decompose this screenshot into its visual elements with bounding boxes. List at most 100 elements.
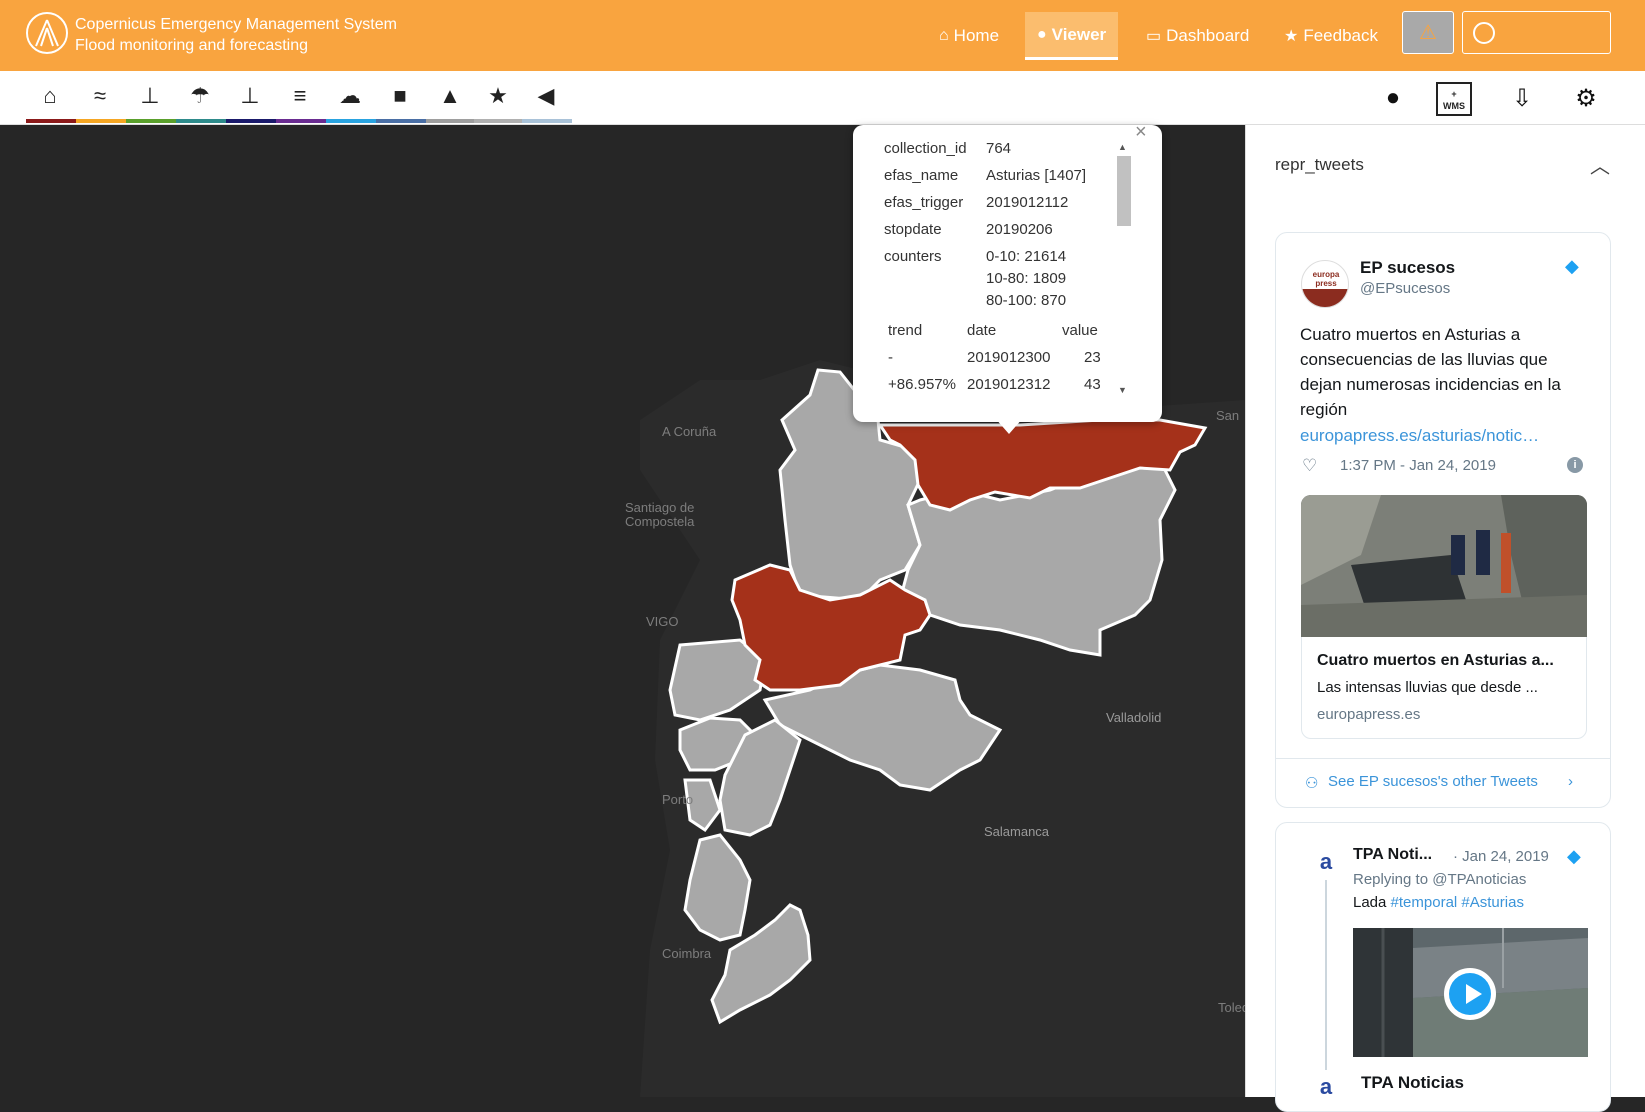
popup-counter-value: 80-100: 870: [986, 292, 1067, 309]
flood-house-icon: ⌂: [43, 83, 57, 108]
tool-color-strip: [76, 119, 126, 123]
tool-rain-gauge[interactable]: ☂: [178, 79, 222, 113]
nav-feedback[interactable]: ★ Feedback: [1284, 12, 1378, 60]
tool-color-strip: [26, 119, 76, 123]
popup-table-header: value: [1062, 322, 1098, 339]
city-label: Toledo: [1218, 1000, 1245, 1015]
tool-color-strip: [376, 119, 426, 123]
person-icon: ⚇: [1305, 775, 1319, 792]
twitter-bird-icon[interactable]: ◆: [1565, 256, 1579, 277]
rain-gauge-icon: ☂: [190, 83, 210, 108]
tool-warning[interactable]: ▲: [428, 79, 472, 113]
tool-video-camera[interactable]: ■: [378, 79, 422, 113]
scroll-up-icon[interactable]: ▲: [1118, 142, 1127, 152]
tool-color-strip: [426, 119, 474, 123]
replying-to[interactable]: Replying to @TPAnoticias: [1353, 871, 1526, 888]
chevron-right-icon: ›: [1568, 773, 1573, 790]
tweet-timestamp[interactable]: 1:37 PM - Jan 24, 2019: [1340, 457, 1496, 474]
tweet-author-name[interactable]: EP sucesos: [1360, 258, 1455, 278]
popup-field-key: counters: [884, 248, 942, 265]
nav-viewer[interactable]: ● Viewer: [1025, 12, 1119, 60]
card-divider: [1276, 758, 1610, 759]
tool-rain-cloud[interactable]: ☁: [328, 79, 372, 113]
twitter-bird-icon[interactable]: ◆: [1567, 846, 1581, 867]
popup-close-icon[interactable]: ×: [1135, 121, 1147, 144]
play-button[interactable]: [1444, 968, 1496, 1020]
collapse-chevron-icon[interactable]: ︿: [1590, 150, 1610, 179]
nav-dashboard[interactable]: ▭ Dashboard: [1146, 12, 1249, 60]
sort-icon: ⇩: [1511, 84, 1533, 112]
nav-home-label: Home: [953, 26, 1000, 45]
waves-icon: ≈: [93, 83, 107, 108]
city-label: Porto: [662, 792, 694, 807]
tool-color-strip: [226, 119, 276, 123]
add-wms-button[interactable]: + WMS: [1436, 82, 1472, 116]
popup-table-cell: +86.957%: [888, 376, 956, 393]
megaphone-icon: ◀: [537, 83, 555, 108]
tweet-text: Lada #temporal #Asturias: [1353, 894, 1524, 911]
see-other-tweets-link[interactable]: See EP sucesos's other Tweets: [1328, 773, 1538, 790]
tool-thermometer[interactable]: ⊥: [228, 79, 272, 113]
scroll-down-icon[interactable]: ▼: [1118, 385, 1127, 395]
home-icon: ⌂: [939, 27, 949, 44]
heart-icon[interactable]: ♡: [1302, 456, 1317, 476]
tweet-date[interactable]: · Jan 24, 2019: [1453, 848, 1549, 865]
tool-river-gauge[interactable]: ⊥: [128, 79, 172, 113]
tweet-text-prefix: Lada: [1353, 894, 1391, 911]
warning-icon: ▲: [439, 83, 461, 108]
popup-table-cell: 2019012300: [967, 349, 1051, 366]
popup-field-value: Asturias [1407]: [986, 167, 1087, 184]
avatar-band: [1302, 289, 1348, 307]
tool-color-strip: [474, 119, 522, 123]
popup-table-header: trend: [888, 322, 923, 339]
fog-lines-icon: ≡: [293, 83, 307, 108]
tweet-hashtags[interactable]: #temporal #Asturias: [1391, 894, 1524, 911]
scroll-thumb[interactable]: [1117, 156, 1131, 226]
nav-viewer-label: Viewer: [1051, 24, 1107, 44]
popup-table-cell: 43: [1084, 376, 1101, 393]
user-login-button[interactable]: [1462, 11, 1611, 54]
news-photo[interactable]: [1301, 495, 1587, 637]
tpa-logo-icon[interactable]: a: [1313, 850, 1339, 876]
info-icon[interactable]: i: [1567, 457, 1583, 473]
nav-dashboard-label: Dashboard: [1166, 26, 1250, 45]
thread-line: [1325, 880, 1327, 1070]
tool-color-strip: [326, 119, 376, 123]
link-card-title[interactable]: Cuatro muertos en Asturias a...: [1317, 652, 1554, 670]
copernicus-logo-icon[interactable]: [26, 12, 68, 54]
top-header: Copernicus Emergency Management System F…: [0, 0, 1645, 71]
nav-home[interactable]: ⌂ Home: [939, 12, 999, 60]
popup-field-key: efas_name: [884, 167, 959, 184]
city-label: VIGO: [646, 614, 679, 629]
tool-fog-lines[interactable]: ≡: [278, 79, 322, 113]
popup-field-value: 764: [986, 140, 1012, 157]
city-label: A Coruña: [662, 424, 717, 439]
city-label: Valladolid: [1106, 710, 1162, 725]
tweet-author-name[interactable]: TPA Noticias: [1361, 1073, 1464, 1093]
tweet-author-handle[interactable]: @EPsucesos: [1360, 280, 1450, 297]
brand-line-2: Flood monitoring and forecasting: [75, 37, 309, 54]
water-drop-button[interactable]: ●: [1373, 81, 1413, 115]
video-camera-icon: ■: [393, 83, 407, 108]
tweet-link[interactable]: europapress.es/asturias/notic…: [1300, 426, 1539, 446]
tool-color-strip: [522, 119, 572, 123]
popup-table-header: date: [967, 322, 997, 339]
ep-sucesos-avatar[interactable]: europa press sucesos: [1301, 260, 1349, 308]
sort-button[interactable]: ⇩: [1502, 81, 1542, 115]
tool-megaphone[interactable]: ◀: [524, 79, 568, 113]
tweet-text: Cuatro muertos en Asturias a consecuenci…: [1300, 325, 1561, 419]
tpa-logo-icon[interactable]: a: [1313, 1075, 1339, 1101]
tool-flood-house[interactable]: ⌂: [28, 79, 72, 113]
city-label: San: [1216, 408, 1240, 423]
rain-cloud-icon: ☁: [339, 83, 361, 108]
popup-scrollbar[interactable]: ▲ ▼: [1114, 140, 1132, 400]
popup-field-value: 2019012112: [986, 194, 1069, 211]
tool-waves[interactable]: ≈: [78, 79, 122, 113]
panel-title: repr_tweets: [1275, 155, 1364, 174]
alert-button[interactable]: ⚠: [1402, 11, 1454, 54]
settings-button[interactable]: ⚙: [1566, 81, 1606, 115]
link-card-description: Las intensas lluvias que desde ...: [1317, 679, 1538, 696]
city-label: Coimbra: [662, 946, 712, 961]
tool-star[interactable]: ★: [476, 79, 520, 113]
tweet-author-name[interactable]: TPA Noti...: [1353, 846, 1432, 864]
